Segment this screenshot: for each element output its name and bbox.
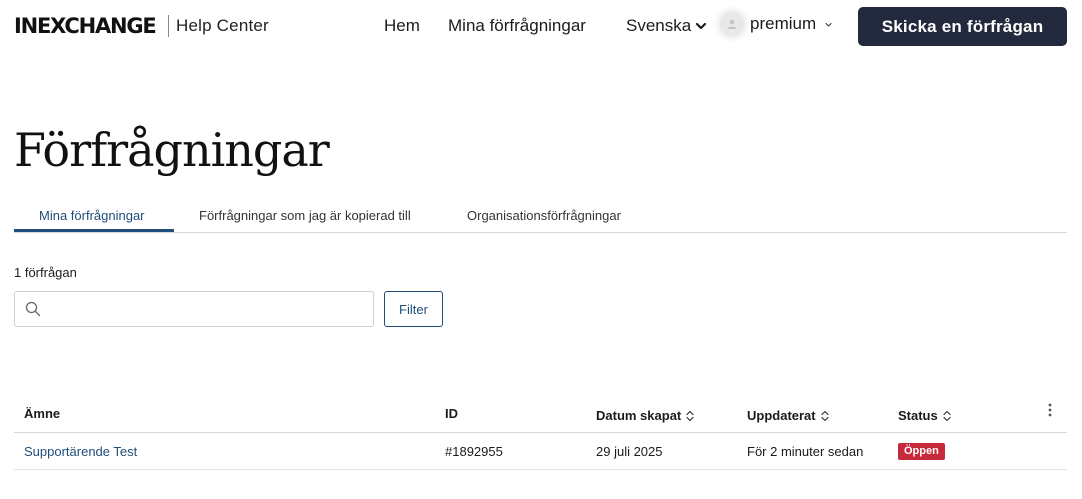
column-id-label: ID bbox=[445, 406, 458, 421]
chevron-down-icon bbox=[825, 22, 832, 27]
table-header: Ämne ID Datum skapat Uppdaterat Status bbox=[14, 396, 1067, 433]
requests-table: Ämne ID Datum skapat Uppdaterat Status S… bbox=[14, 396, 1067, 470]
nav-my-requests-link[interactable]: Mina förfrågningar bbox=[448, 16, 586, 36]
sort-icon bbox=[686, 410, 694, 422]
logo-divider bbox=[168, 15, 169, 37]
column-created[interactable]: Datum skapat bbox=[596, 408, 695, 424]
brand-logo[interactable]: INEXCHANGE bbox=[14, 13, 157, 39]
search-icon bbox=[25, 301, 41, 317]
submit-request-button[interactable]: Skicka en förfrågan bbox=[858, 7, 1067, 46]
page-title: Förfrågningar bbox=[14, 123, 330, 177]
filter-button[interactable]: Filter bbox=[384, 291, 443, 327]
status-badge: Öppen bbox=[898, 443, 945, 460]
column-updated[interactable]: Uppdaterat bbox=[747, 408, 830, 424]
column-subject: Ämne bbox=[24, 406, 60, 422]
language-label: Svenska bbox=[626, 16, 692, 35]
sort-icon bbox=[821, 410, 829, 422]
active-tab-indicator bbox=[14, 229, 174, 232]
table-row: Supportärende Test #1892955 29 juli 2025… bbox=[14, 433, 1067, 470]
tab-organization-requests[interactable]: Organisationsförfrågningar bbox=[467, 208, 621, 224]
avatar bbox=[720, 12, 744, 36]
tab-ccd-requests[interactable]: Förfrågningar som jag är kopierad till bbox=[199, 208, 411, 224]
request-updated-date: För 2 minuter sedan bbox=[747, 444, 864, 459]
column-subject-label: Ämne bbox=[24, 406, 61, 421]
help-center-label[interactable]: Help Center bbox=[176, 16, 269, 36]
column-updated-label: Uppdaterat bbox=[747, 408, 816, 423]
column-status[interactable]: Status bbox=[898, 408, 952, 424]
more-options-icon[interactable] bbox=[1046, 402, 1054, 418]
chevron-down-icon bbox=[696, 22, 707, 30]
user-name: premium bbox=[750, 14, 817, 33]
nav-home-link[interactable]: Hem bbox=[384, 16, 420, 36]
user-menu[interactable]: premium bbox=[720, 12, 833, 36]
site-header: INEXCHANGE Help Center Hem Mina förfrågn… bbox=[0, 0, 1082, 54]
request-created-date: 29 juli 2025 bbox=[596, 444, 663, 459]
request-count: 1 förfrågan bbox=[14, 265, 77, 280]
search-input[interactable] bbox=[49, 294, 373, 324]
request-subject-link[interactable]: Supportärende Test bbox=[24, 444, 137, 460]
request-tabs: Mina förfrågningar Förfrågningar som jag… bbox=[14, 200, 1067, 233]
column-status-label: Status bbox=[898, 408, 938, 423]
column-id: ID bbox=[445, 406, 458, 422]
language-selector[interactable]: Svenska bbox=[626, 16, 707, 36]
search-box[interactable] bbox=[14, 291, 374, 327]
column-created-label: Datum skapat bbox=[596, 408, 682, 423]
sort-icon bbox=[943, 410, 951, 422]
user-icon bbox=[727, 19, 737, 29]
tab-my-requests[interactable]: Mina förfrågningar bbox=[39, 208, 145, 224]
request-id: #1892955 bbox=[445, 444, 503, 459]
